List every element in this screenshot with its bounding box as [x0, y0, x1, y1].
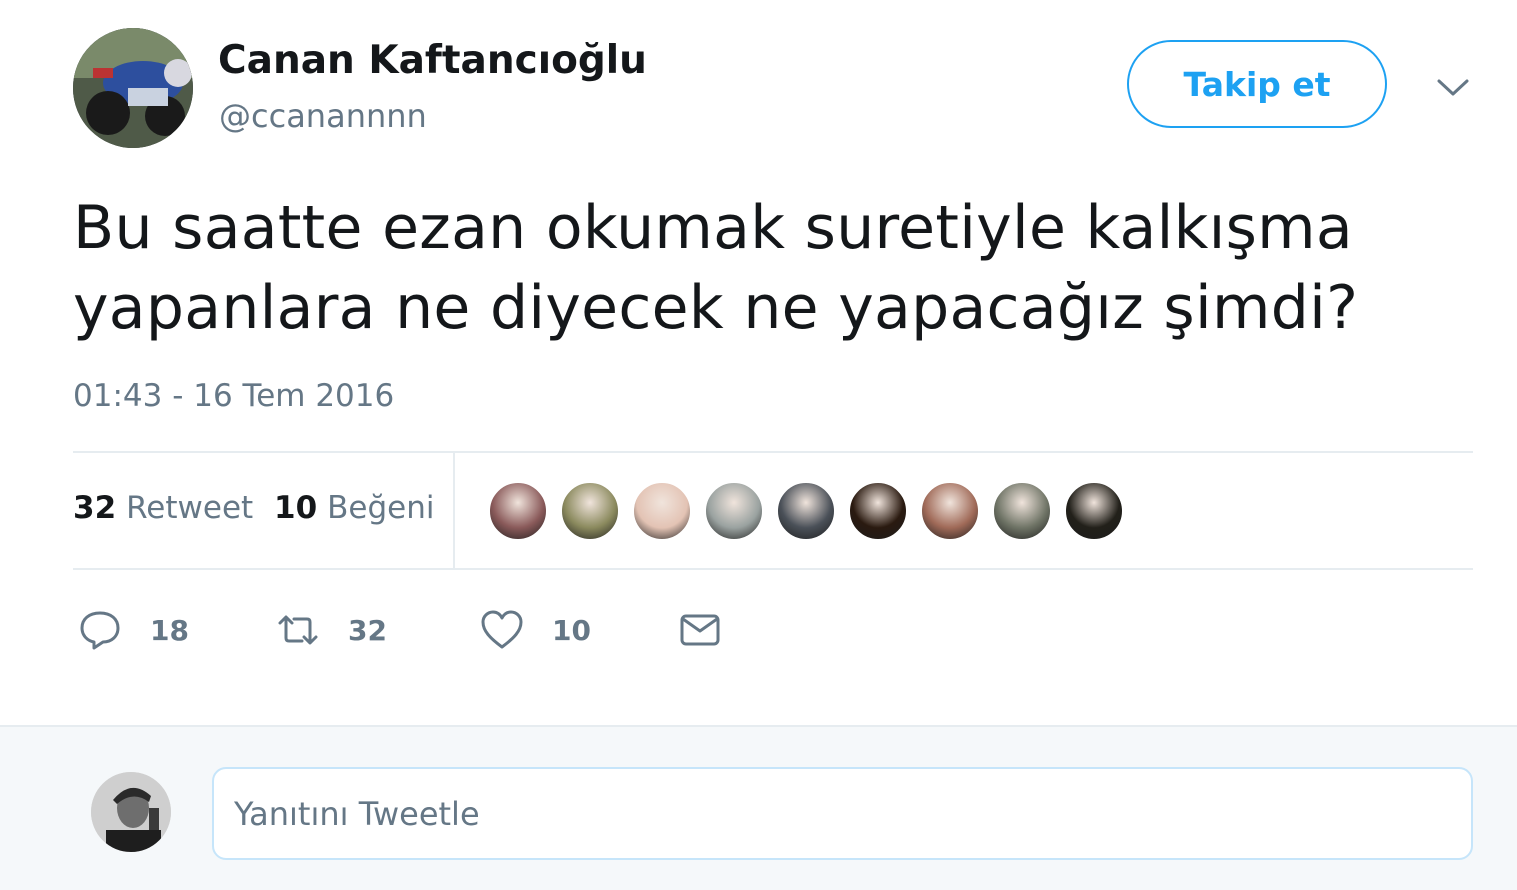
- author-handle[interactable]: @ccanannnn: [219, 97, 427, 135]
- liker-avatar-5[interactable]: [776, 481, 836, 541]
- author-name[interactable]: Canan Kaftancıoğlu: [218, 38, 647, 83]
- liker-avatar-4[interactable]: [704, 481, 764, 541]
- retweet-action[interactable]: 32: [276, 608, 387, 652]
- stats-separator: [453, 453, 455, 568]
- divider-top: [73, 451, 1473, 453]
- retweet-stat-label: Retweet: [126, 490, 254, 526]
- tweet-text: Bu saatte ezan okumak suretiyle kalkışma…: [73, 193, 1359, 343]
- tweet-card: Canan Kaftancıoğlu @ccanannnn Takip et B…: [0, 0, 1517, 725]
- liker-avatar-2[interactable]: [560, 481, 620, 541]
- liker-avatar-7[interactable]: [920, 481, 980, 541]
- reply-input[interactable]: [212, 767, 1473, 860]
- like-action[interactable]: 10: [480, 608, 591, 652]
- tweet-timestamp[interactable]: 01:43 - 16 Tem 2016: [73, 378, 394, 414]
- follow-button[interactable]: Takip et: [1127, 40, 1387, 128]
- retweet-icon: [278, 615, 318, 645]
- likers-list: [488, 481, 1124, 543]
- chevron-down-icon[interactable]: [1435, 72, 1471, 102]
- retweet-action-count: 32: [348, 613, 387, 647]
- reply-count: 18: [150, 613, 189, 647]
- like-action-count: 10: [552, 613, 591, 647]
- liker-avatar-9[interactable]: [1064, 481, 1124, 541]
- liker-avatar-8[interactable]: [992, 481, 1052, 541]
- liker-avatar-6[interactable]: [848, 481, 908, 541]
- reply-action[interactable]: 18: [78, 608, 189, 652]
- heart-icon: [481, 610, 523, 649]
- reply-area: [0, 725, 1517, 890]
- current-user-avatar: [91, 772, 171, 852]
- envelope-icon: [680, 614, 720, 646]
- divider-bottom: [73, 568, 1473, 570]
- author-avatar[interactable]: [73, 28, 193, 148]
- like-stat-label: Beğeni: [327, 490, 435, 526]
- retweet-stat[interactable]: 32 Retweet: [73, 490, 253, 526]
- retweet-stat-count: 32: [73, 490, 117, 526]
- liker-avatar-1[interactable]: [488, 481, 548, 541]
- like-stat[interactable]: 10 Beğeni: [274, 490, 435, 526]
- like-stat-count: 10: [274, 490, 318, 526]
- author-avatar-image: [73, 28, 193, 148]
- liker-avatar-3[interactable]: [632, 481, 692, 541]
- direct-message-action[interactable]: [678, 608, 722, 652]
- reply-icon: [80, 611, 120, 650]
